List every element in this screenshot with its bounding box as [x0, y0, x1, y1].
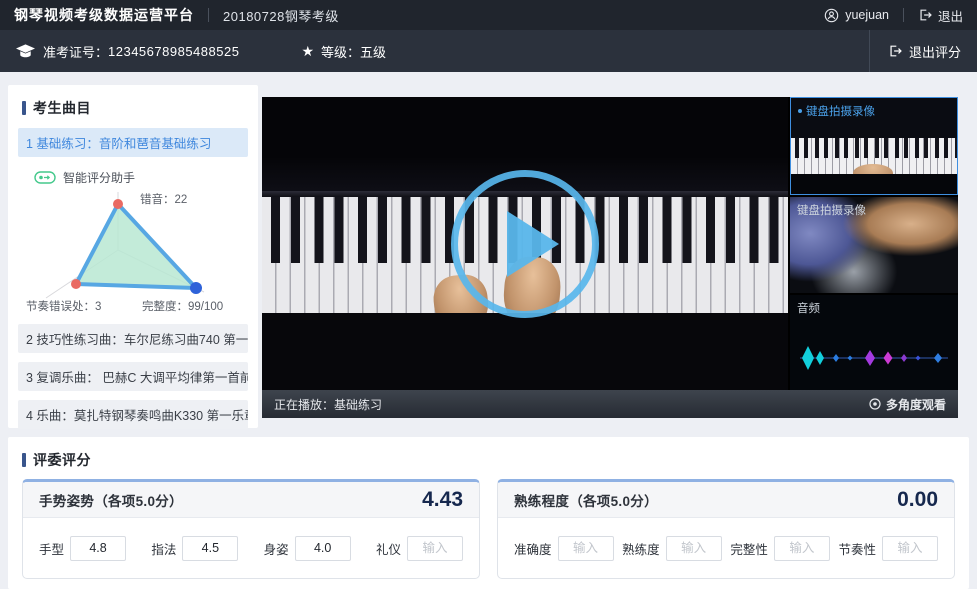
accuracy-input[interactable]: [558, 536, 614, 561]
assistant-label: 智能评分助手: [63, 169, 135, 186]
completeness-input[interactable]: [774, 536, 830, 561]
songs-section-title: 考生曲目: [8, 85, 258, 128]
judge-scoring-panel: 评委评分 手势姿势（各项5.0分） 4.43 手型 指法 身姿: [8, 437, 969, 589]
now-playing-label: 正在播放：基础练习: [274, 396, 382, 413]
smart-score-assistant-toggle[interactable]: 智能评分助手: [34, 169, 258, 186]
logout-label: 退出: [938, 6, 963, 25]
section-marker: [22, 101, 26, 115]
keyboard-camera-thumb-1[interactable]: 键盘拍摄录像: [790, 97, 958, 195]
exit-scoring-button[interactable]: 退出评分: [869, 30, 961, 72]
proficiency-field: 熟练度: [622, 536, 722, 561]
gesture-posture-card: 手势姿势（各项5.0分） 4.43 手型 指法 身姿 礼仪: [22, 479, 480, 579]
hand-shape-input[interactable]: [70, 536, 126, 561]
level-value: 五级: [360, 42, 386, 61]
radar-label-rhythm-errors: 节奏错误处：3: [26, 298, 101, 314]
body-posture-field: 身姿: [264, 536, 351, 561]
play-button[interactable]: [451, 170, 599, 318]
proficiency-input[interactable]: [666, 536, 722, 561]
song-item-2[interactable]: 2 技巧性练习曲：车尔尼练习曲740 第一首: [18, 324, 248, 353]
etiquette-field: 礼仪: [376, 536, 463, 561]
toggle-switch-icon: [34, 171, 56, 184]
song-item-4[interactable]: 4 乐曲：莫扎特钢琴奏鸣曲K330 第一乐章: [18, 400, 248, 429]
fingering-field: 指法: [151, 536, 238, 561]
gesture-card-title: 手势姿势（各项5.0分）: [39, 490, 183, 510]
selected-dot-icon: [798, 109, 802, 113]
audio-waveform: [798, 343, 950, 373]
graduation-cap-icon: [16, 44, 35, 59]
body-posture-input[interactable]: [295, 536, 351, 561]
radar-label-completeness: 完整度：99/100: [142, 298, 223, 314]
etiquette-input[interactable]: [407, 536, 463, 561]
app-title: 钢琴视频考级数据运营平台: [14, 5, 194, 25]
multi-angle-label: 多角度观看: [886, 396, 946, 413]
radar-chart: 错音：22 节奏错误处：3 完整度：99/100: [18, 188, 248, 316]
thumb2-label: 键盘拍摄录像: [797, 202, 866, 218]
user-menu[interactable]: yuejuan: [824, 8, 889, 23]
main-video-player[interactable]: [262, 97, 788, 390]
completeness-field: 完整性: [730, 536, 830, 561]
gesture-card-total: 4.43: [422, 488, 463, 512]
session-title: 20180728钢琴考级: [223, 6, 339, 25]
hand-shape-field: 手型: [39, 536, 126, 561]
proficiency-card: 熟练程度（各项5.0分） 0.00 准确度 熟练度 完整性 节奏性: [497, 479, 955, 579]
accuracy-field: 准确度: [514, 536, 614, 561]
user-name: yuejuan: [845, 8, 889, 22]
play-icon: [507, 211, 559, 277]
video-stage: 键盘拍摄录像 键盘拍摄录像 音频 正在播: [262, 97, 958, 418]
keyboard-camera-thumb-2[interactable]: 键盘拍摄录像: [790, 197, 958, 293]
divider: [903, 8, 904, 22]
fingering-input[interactable]: [182, 536, 238, 561]
divider: [208, 8, 209, 22]
user-icon: [824, 8, 839, 23]
exit-scoring-label: 退出评分: [909, 42, 961, 61]
rhythm-input[interactable]: [882, 536, 938, 561]
exam-info-bar: 准考证号： 12345678985488525 ★ 等级： 五级 退出评分: [0, 30, 977, 72]
eye-icon: [869, 398, 881, 410]
proficiency-card-total: 0.00: [897, 488, 938, 512]
logout-icon: [918, 8, 932, 22]
logout-button[interactable]: 退出: [918, 6, 963, 25]
audio-label: 音频: [797, 300, 820, 316]
song-item-1[interactable]: 1 基础练习：音阶和琶音基础练习: [18, 128, 248, 157]
level-label: 等级：: [321, 42, 360, 61]
candidate-songs-panel: 考生曲目 1 基础练习：音阶和琶音基础练习 智能评分助手: [8, 85, 258, 428]
exit-icon: [888, 44, 902, 58]
section-marker: [22, 453, 26, 467]
ticket-number: 12345678985488525: [108, 44, 239, 59]
song-item-3[interactable]: 3 复调乐曲： 巴赫C 大调平均律第一首前奏曲: [18, 362, 248, 391]
radar-label-wrong-notes: 错音：22: [140, 191, 187, 207]
camera-angle-column: 键盘拍摄录像 键盘拍摄录像 音频: [790, 97, 958, 390]
video-foreground: [262, 313, 788, 390]
multi-angle-button[interactable]: 多角度观看: [869, 396, 946, 413]
star-icon: ★: [301, 43, 314, 60]
proficiency-card-title: 熟练程度（各项5.0分）: [514, 490, 658, 510]
scoring-section-title: 评委评分: [8, 437, 969, 479]
audio-track-thumb[interactable]: 音频: [790, 295, 958, 390]
ticket-label: 准考证号：: [43, 42, 108, 61]
video-status-bar: 正在播放：基础练习 多角度观看: [262, 390, 958, 418]
top-navbar: 钢琴视频考级数据运营平台 20180728钢琴考级 yuejuan 退出: [0, 0, 977, 30]
thumb1-label: 键盘拍摄录像: [806, 103, 875, 119]
rhythm-field: 节奏性: [838, 536, 938, 561]
